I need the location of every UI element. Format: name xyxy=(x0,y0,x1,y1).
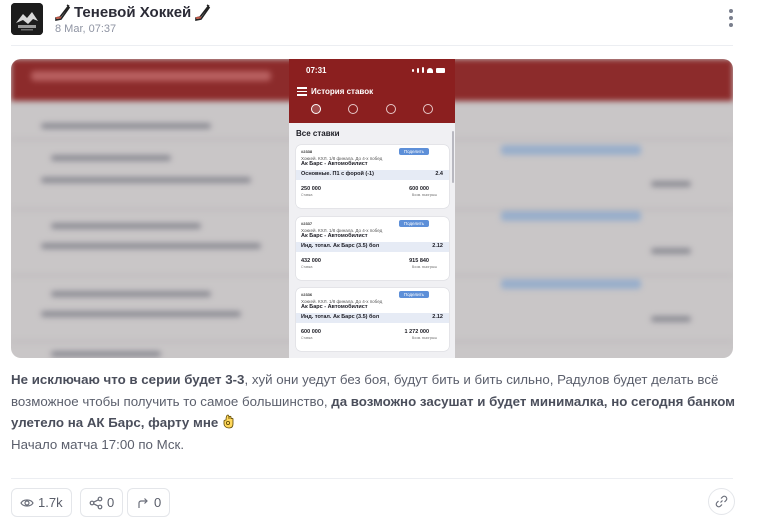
help-icon xyxy=(423,104,434,114)
menu-icon xyxy=(297,87,307,96)
hockey-logo-icon xyxy=(11,3,43,35)
channel-name[interactable]: Теневой Хоккей xyxy=(54,2,211,22)
shares-count: 0 xyxy=(107,495,115,510)
all-bets-icon xyxy=(310,104,321,114)
eye-icon xyxy=(20,498,34,507)
hockey-stick-icon xyxy=(195,3,211,21)
phone-scrollbar xyxy=(452,131,454,183)
vertical-dots-icon xyxy=(729,9,733,13)
divider xyxy=(11,45,733,46)
battery-icon xyxy=(436,67,445,73)
link-icon xyxy=(715,495,728,508)
views-count: 1.7k xyxy=(38,495,63,510)
phone-section-title: Все ставки xyxy=(296,129,340,138)
hockey-stick-icon xyxy=(55,3,71,21)
phone-tabs xyxy=(289,104,455,118)
phone-title: История ставок xyxy=(311,87,374,96)
copy-link-button[interactable] xyxy=(708,488,735,515)
phone-screenshot: 07:31 История ставок Все ставки #2338 По… xyxy=(289,59,455,358)
post-date: 8 Mar, 07:37 xyxy=(55,23,117,35)
post-text-bold: Не исключаю что в серии будет 3-3 xyxy=(11,372,245,387)
phone-time: 07:31 xyxy=(306,66,327,75)
share-button[interactable]: 0 xyxy=(80,488,124,517)
channel-name-text: Теневой Хоккей xyxy=(74,3,192,21)
channel-avatar[interactable] xyxy=(11,3,43,35)
bet-card: #2337 Поделить Хоккей. КХЛ. 1/8 финала. … xyxy=(296,217,449,280)
ok-hand-emoji xyxy=(223,414,234,429)
phone-status-icons xyxy=(412,67,445,73)
pending-bets-icon xyxy=(385,104,396,114)
bet-card: #2338 Поделить Хоккей. КХЛ. 1/8 финала. … xyxy=(296,145,449,208)
won-bets-icon xyxy=(348,104,359,114)
post-card: Теневой Хоккей 8 Mar, 07:37 07:31 Истори… xyxy=(0,0,761,530)
more-options-button[interactable] xyxy=(722,7,740,29)
reposts-count: 0 xyxy=(154,495,162,510)
wifi-icon xyxy=(427,67,433,73)
forward-icon xyxy=(138,497,148,508)
match-start-text: Начало матча 17:00 по Мск. xyxy=(11,436,185,452)
post-text: Не исключаю что в серии будет 3-3, хуй о… xyxy=(11,369,736,455)
views-counter[interactable]: 1.7k xyxy=(11,488,72,517)
bet-card: #2336 Поделить Хоккей. КХЛ. 1/8 финала. … xyxy=(296,288,449,351)
divider xyxy=(11,478,733,479)
repost-button[interactable]: 0 xyxy=(127,488,171,517)
share-icon xyxy=(89,496,103,509)
post-image[interactable]: 07:31 История ставок Все ставки #2338 По… xyxy=(11,59,733,358)
